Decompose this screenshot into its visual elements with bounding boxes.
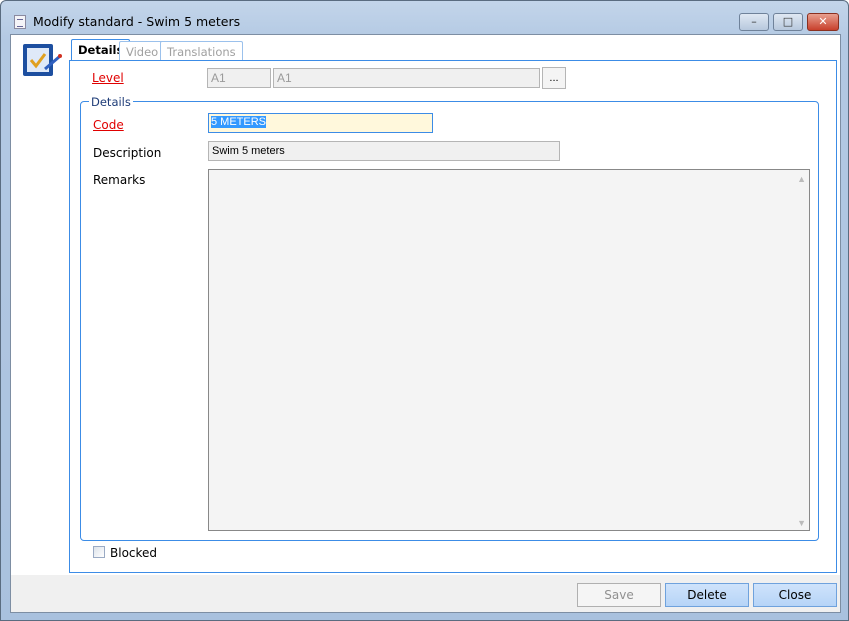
details-panel: Level A1 A1 ... Details Code 5 METERS De… — [69, 60, 837, 573]
code-input[interactable]: 5 METERS — [208, 113, 433, 133]
document-icon — [14, 15, 26, 29]
blocked-checkbox[interactable] — [93, 546, 105, 558]
remarks-textarea[interactable]: ▲ ▼ — [208, 169, 810, 531]
close-button[interactable]: Close — [753, 583, 837, 607]
maximize-button[interactable]: □ — [773, 13, 803, 31]
description-input[interactable]: Swim 5 meters — [208, 141, 560, 161]
code-value: 5 METERS — [211, 116, 267, 128]
tab-video[interactable]: Video — [119, 41, 166, 61]
groupbox-title: Details — [89, 95, 133, 109]
description-label: Description — [93, 146, 162, 160]
scroll-up-icon[interactable]: ▲ — [797, 174, 806, 184]
window-title: Modify standard - Swim 5 meters — [33, 14, 241, 29]
details-groupbox: Details Code 5 METERS Description Swim 5… — [80, 95, 819, 541]
save-button[interactable]: Save — [577, 583, 661, 607]
scroll-down-icon[interactable]: ▼ — [797, 518, 806, 528]
level-label: Level — [92, 71, 124, 85]
window: Modify standard - Swim 5 meters – □ ✕ De… — [0, 0, 849, 621]
blocked-label: Blocked — [110, 546, 158, 560]
tab-translations[interactable]: Translations — [160, 41, 243, 61]
level-name-field: A1 — [273, 68, 540, 88]
minimize-button[interactable]: – — [739, 13, 769, 31]
code-label: Code — [93, 118, 124, 132]
dialog-client: Details Video Translations Level A1 A1 .… — [10, 34, 841, 613]
remarks-label: Remarks — [93, 173, 146, 187]
delete-button[interactable]: Delete — [665, 583, 749, 607]
level-code-field: A1 — [207, 68, 271, 88]
close-window-button[interactable]: ✕ — [807, 13, 839, 31]
checklist-app-icon — [23, 44, 62, 76]
level-browse-button[interactable]: ... — [542, 67, 566, 89]
